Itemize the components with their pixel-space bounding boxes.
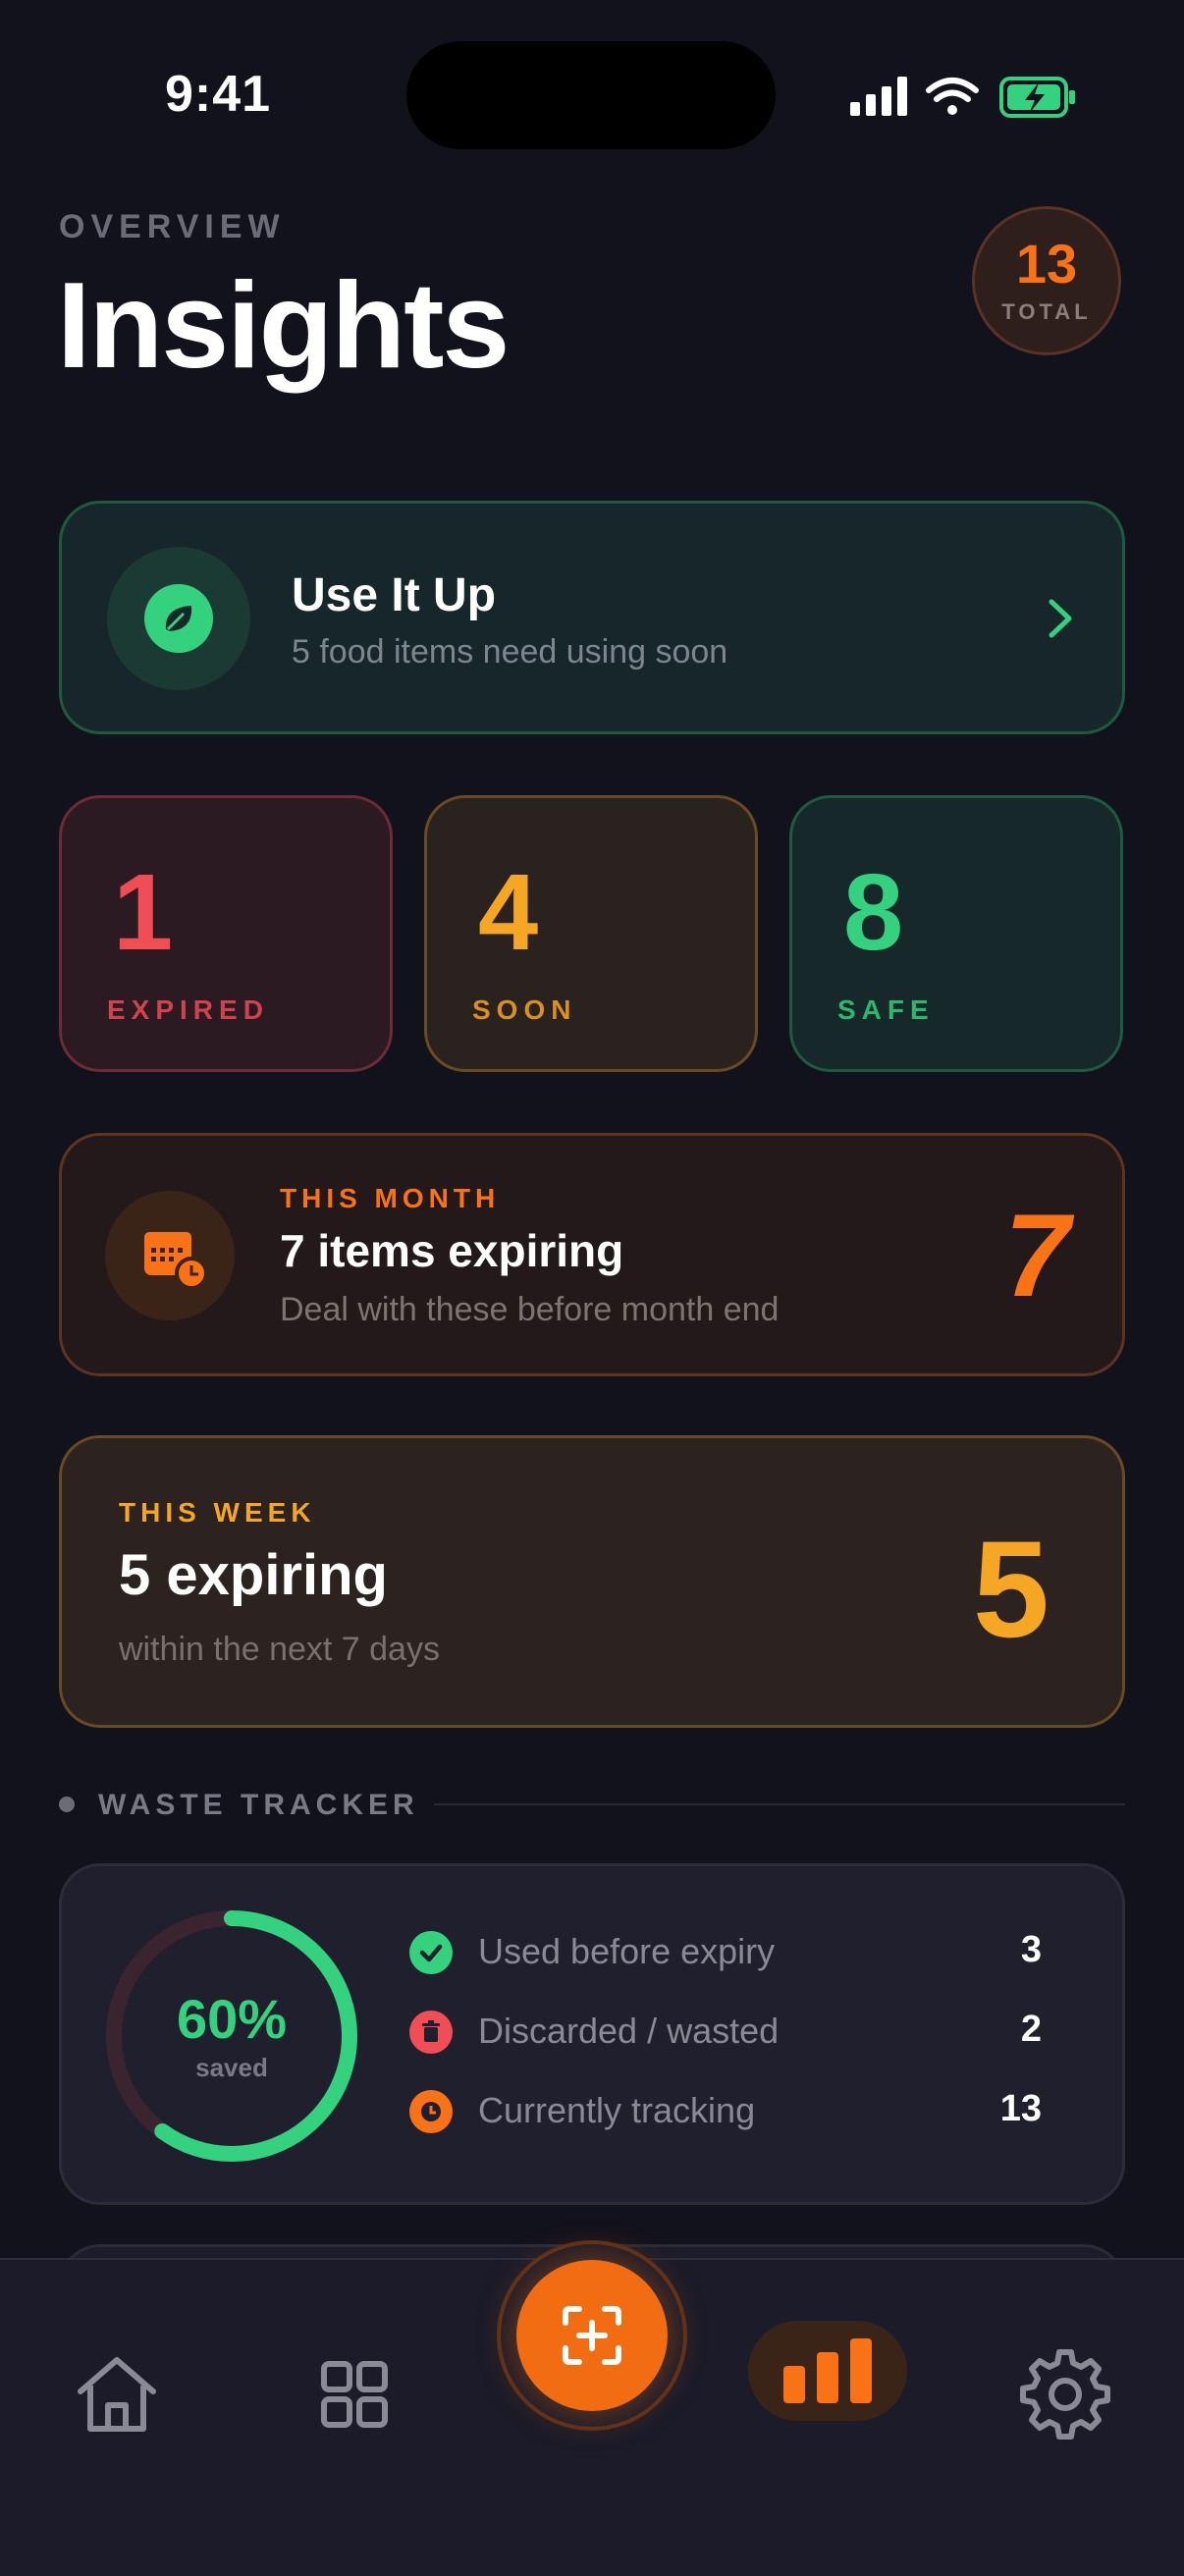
this-week-subtitle: within the next 7 days [119,1631,440,1668]
tab-insights[interactable] [748,2321,907,2421]
this-week-label: THIS WEEK [119,1497,316,1528]
tab-settings[interactable] [1011,2340,1119,2448]
chevron-right-icon [1044,594,1077,643]
tab-home[interactable] [63,2340,171,2448]
status-time: 9:41 [165,66,272,123]
bar-chart-icon [783,2338,872,2403]
tab-bar [0,2240,1184,2576]
battery-icon [999,77,1075,118]
this-week-count: 5 [973,1512,1049,1666]
this-month-subtitle: Deal with these before month end [280,1291,780,1328]
section-divider [434,1803,1125,1805]
trash-icon [409,2011,453,2054]
use-it-up-subtitle: 5 food items need using soon [292,633,728,671]
discarded-row: Discarded / wasted 2 [409,2005,1097,2060]
home-icon [78,2357,156,2432]
leaf-icon [144,584,213,653]
tab-grid[interactable] [300,2340,408,2448]
clock-icon [409,2090,453,2133]
expired-count: 1 [113,852,174,973]
currently-tracking-row: Currently tracking 13 [409,2084,1097,2139]
calendar-icon-wrap [105,1191,235,1320]
total-badge: 13 TOTAL [972,206,1121,355]
overview-label: OVERVIEW [59,208,286,245]
safe-count: 8 [843,852,904,973]
scan-button-ring [497,2240,687,2431]
use-it-up-icon-wrap [107,547,250,690]
grid-icon [321,2361,388,2428]
status-icons [846,69,1082,128]
calendar-clock-icon [144,1232,208,1290]
expired-stat-tile[interactable]: 1 EXPIRED [59,795,393,1072]
used-before-expiry-row: Used before expiry 3 [409,1925,1097,1980]
waste-tracker-heading: WASTE TRACKER [98,1789,419,1821]
currently-tracking-value: 13 [999,2088,1042,2129]
use-it-up-card[interactable]: Use It Up 5 food items need using soon [59,501,1125,734]
this-week-title: 5 expiring [119,1543,388,1607]
cellular-signal-icon [850,77,907,116]
soon-stat-tile[interactable]: 4 SOON [424,795,758,1072]
safe-label: SAFE [837,994,935,1025]
total-label: TOTAL [1001,299,1092,324]
expired-label: EXPIRED [107,994,269,1025]
used-before-expiry-value: 3 [1020,1929,1042,1970]
this-week-card[interactable]: THIS WEEK 5 expiring within the next 7 d… [59,1435,1125,1728]
scan-add-icon [563,2306,621,2365]
this-month-title: 7 items expiring [280,1225,624,1276]
saved-label: saved [195,2053,268,2082]
soon-label: SOON [472,994,577,1025]
safe-stat-tile[interactable]: 8 SAFE [789,795,1123,1072]
total-count: 13 [1015,233,1078,295]
this-month-count: 7 [1004,1190,1070,1321]
used-before-expiry-label: Used before expiry [478,1931,776,1971]
discarded-value: 2 [1020,2009,1042,2050]
scan-add-button[interactable] [516,2260,668,2411]
soon-count: 4 [478,852,539,973]
saved-percent: 60% [176,1988,288,2050]
page-title: Insights [57,258,510,394]
currently-tracking-label: Currently tracking [478,2090,756,2130]
gear-icon [1020,2349,1110,2440]
use-it-up-title: Use It Up [292,569,497,621]
discarded-label: Discarded / wasted [478,2011,780,2051]
waste-tracker-card: 60% saved Used before expiry 3 Discarded… [59,1863,1125,2205]
this-month-label: THIS MONTH [280,1183,501,1213]
dynamic-island [406,41,776,149]
wifi-icon [926,78,979,115]
section-dot [59,1797,75,1812]
this-month-card[interactable]: THIS MONTH 7 items expiring Deal with th… [59,1133,1125,1376]
check-icon [409,1931,453,1974]
